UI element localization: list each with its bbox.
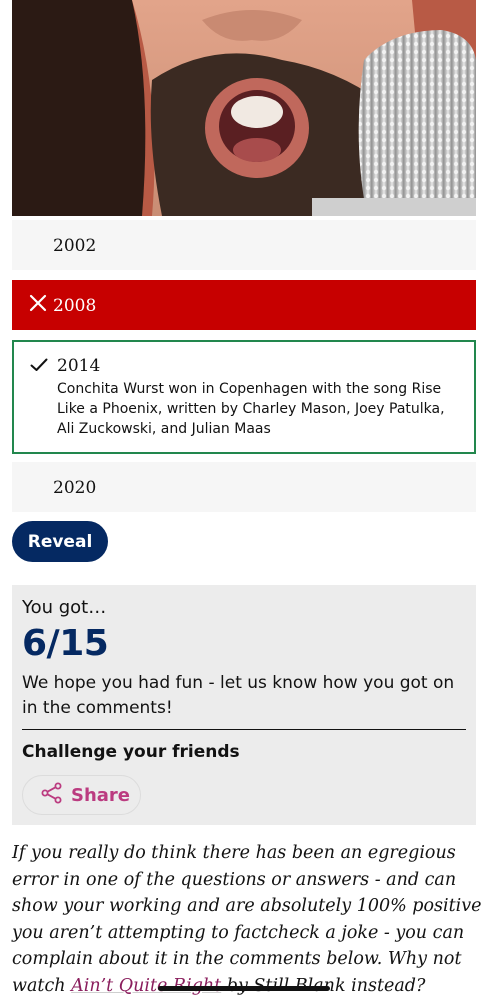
result-panel: You got… 6/15 We hope you had fun - let … (12, 585, 476, 825)
footnote: If you really do think there has been an… (12, 840, 482, 999)
share-button[interactable]: Share (22, 775, 141, 815)
answer-year: 2008 (53, 296, 97, 316)
answer-option-2014-correct[interactable]: 2014 Conchita Wurst won in Copenhagen wi… (12, 340, 476, 454)
home-indicator[interactable] (158, 986, 330, 991)
question-photo (12, 0, 476, 216)
footnote-text: If you really do think there has been an… (12, 843, 482, 996)
answer-explanation: Conchita Wurst won in Copenhagen with th… (57, 381, 445, 437)
close-icon (29, 294, 47, 316)
share-icon (41, 782, 63, 808)
result-label: You got… (22, 597, 107, 618)
answer-year: 2020 (53, 478, 97, 498)
answer-option-2002[interactable]: 2002 (12, 220, 476, 270)
score-value: 6/15 (22, 623, 109, 664)
share-label: Share (71, 784, 131, 806)
divider (22, 729, 466, 730)
check-icon (30, 357, 48, 376)
answer-year: 2014 (57, 356, 101, 376)
answer-option-2020[interactable]: 2020 (12, 462, 476, 512)
answer-year: 2002 (53, 236, 97, 256)
reveal-button[interactable]: Reveal (12, 521, 108, 562)
answer-option-2008-wrong[interactable]: 2008 (12, 280, 476, 330)
result-message: We hope you had fun - let us know how yo… (22, 673, 455, 718)
challenge-heading: Challenge your friends (22, 742, 240, 762)
